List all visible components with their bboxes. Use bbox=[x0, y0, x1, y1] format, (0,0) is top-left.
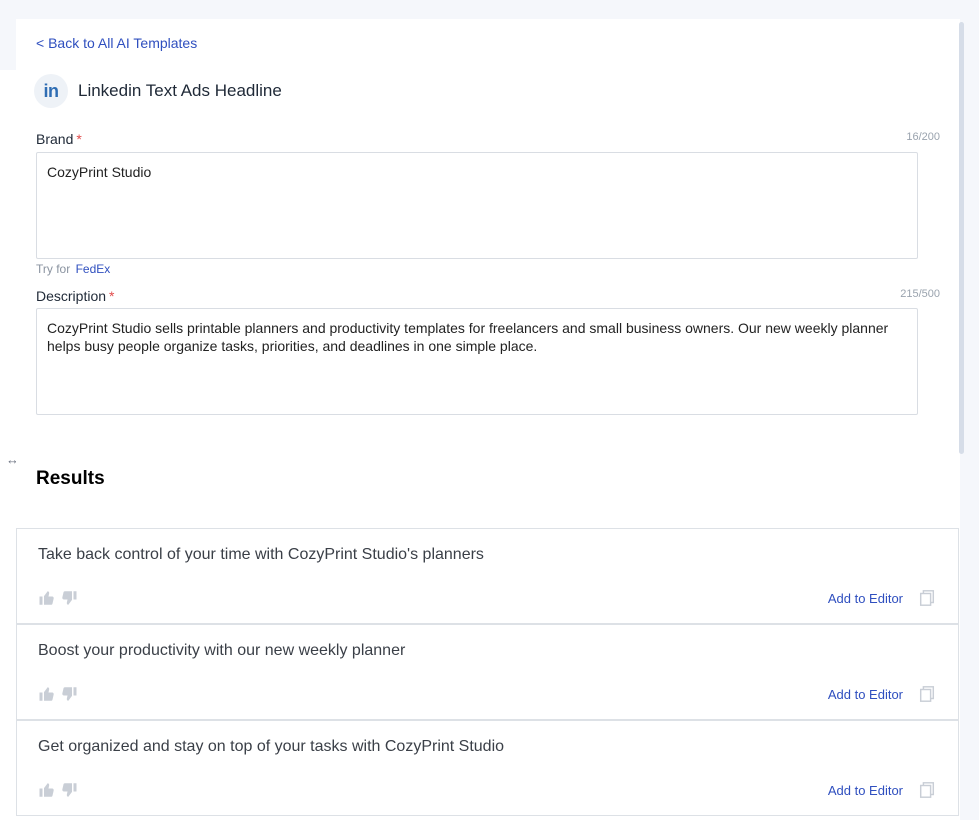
thumbs-down-icon[interactable] bbox=[60, 589, 78, 607]
brand-required-mark: * bbox=[76, 131, 82, 147]
result-card: Boost your productivity with our new wee… bbox=[16, 624, 959, 720]
thumbs-up-icon[interactable] bbox=[38, 685, 56, 703]
try-for-prefix: Try for bbox=[36, 262, 71, 276]
try-for-hint: Try for FedEx bbox=[36, 262, 110, 276]
thumbs-up-icon[interactable] bbox=[38, 589, 56, 607]
description-char-counter: 215/500 bbox=[900, 288, 940, 300]
linkedin-icon: in bbox=[34, 74, 68, 108]
result-text: Get organized and stay on top of your ta… bbox=[38, 738, 505, 755]
brand-label: Brand * bbox=[36, 131, 82, 147]
description-label-text: Description bbox=[36, 288, 107, 304]
results-heading: Results bbox=[36, 468, 105, 489]
feedback-buttons bbox=[38, 781, 78, 799]
template-panel: < Back to All AI Templates in Linkedin T… bbox=[16, 19, 960, 820]
copy-icon[interactable] bbox=[918, 781, 936, 799]
description-input[interactable]: CozyPrint Studio sells printable planner… bbox=[36, 308, 918, 415]
thumbs-down-icon[interactable] bbox=[60, 685, 78, 703]
copy-icon[interactable] bbox=[918, 589, 936, 607]
feedback-buttons bbox=[38, 685, 78, 703]
add-to-editor-button[interactable]: Add to Editor bbox=[828, 687, 903, 702]
try-for-example-link[interactable]: FedEx bbox=[76, 262, 111, 276]
template-title: Linkedin Text Ads Headline bbox=[78, 81, 282, 100]
add-to-editor-button[interactable]: Add to Editor bbox=[828, 591, 903, 606]
thumbs-up-icon[interactable] bbox=[38, 781, 56, 799]
thumbs-down-icon[interactable] bbox=[60, 781, 78, 799]
back-to-templates-link[interactable]: < Back to All AI Templates bbox=[36, 35, 197, 51]
result-text: Boost your productivity with our new wee… bbox=[38, 642, 406, 659]
left-panel-edge bbox=[0, 70, 16, 820]
template-header: in Linkedin Text Ads Headline bbox=[34, 74, 282, 108]
linkedin-icon-label: in bbox=[43, 80, 60, 101]
brand-label-text: Brand bbox=[36, 131, 74, 147]
copy-icon[interactable] bbox=[918, 685, 936, 703]
result-card: Take back control of your time with Cozy… bbox=[16, 528, 959, 624]
description-label: Description * bbox=[36, 288, 114, 304]
brand-input[interactable]: CozyPrint Studio bbox=[36, 152, 918, 259]
feedback-buttons bbox=[38, 589, 78, 607]
brand-char-counter: 16/200 bbox=[906, 131, 940, 143]
scrollbar-thumb[interactable] bbox=[959, 22, 964, 454]
description-required-mark: * bbox=[109, 288, 115, 304]
result-text: Take back control of your time with Cozy… bbox=[38, 546, 484, 563]
result-card: Get organized and stay on top of your ta… bbox=[16, 720, 959, 816]
add-to-editor-button[interactable]: Add to Editor bbox=[828, 783, 903, 798]
